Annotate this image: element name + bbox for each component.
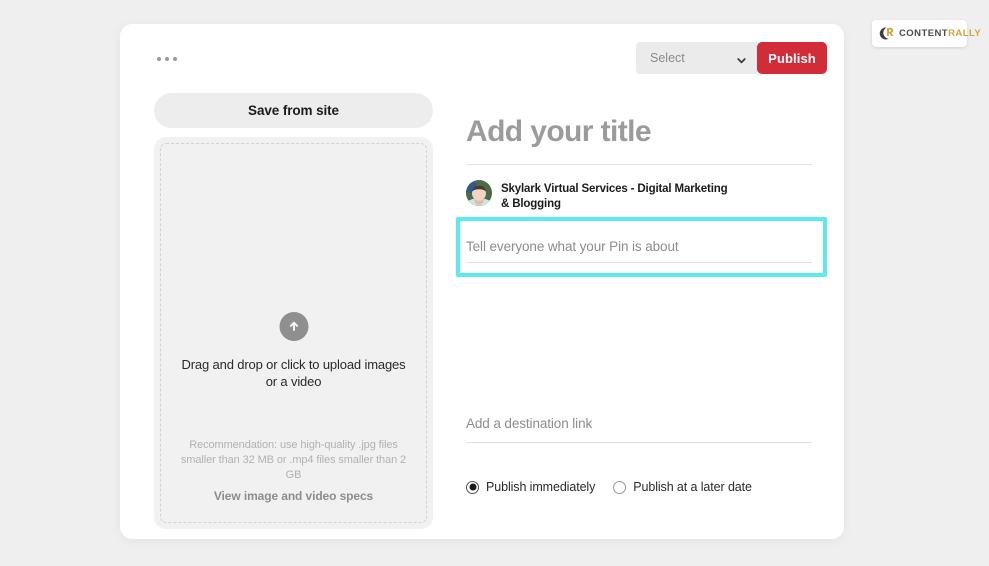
contentrally-logo: CONTENTRALLY — [872, 20, 967, 47]
profile-row: Skylark Virtual Services - Digital Marke… — [466, 180, 766, 211]
media-dropzone-inner[interactable]: Drag and drop or click to upload images … — [160, 143, 427, 523]
dropzone-recommendation: Recommendation: use high-quality .jpg fi… — [161, 438, 426, 483]
pin-composer-card: Select Publish Save from site Drag and d… — [120, 24, 844, 539]
schedule-radio-group: Publish immediately Publish at a later d… — [466, 480, 752, 494]
logo-text-content: CONTENT — [899, 28, 948, 39]
destination-link-placeholder: Add a destination link — [466, 415, 812, 432]
radio-publish-immediately[interactable]: Publish immediately — [466, 480, 595, 494]
cr-monogram-icon — [879, 26, 894, 41]
radio-publish-later[interactable]: Publish at a later date — [613, 480, 752, 494]
ellipsis-icon[interactable] — [155, 53, 179, 65]
save-from-site-button[interactable]: Save from site — [154, 93, 433, 128]
upload-arrow-icon — [279, 312, 308, 341]
dropzone-instruction: Drag and drop or click to upload images … — [161, 356, 426, 390]
radio-label: Publish at a later date — [633, 480, 752, 494]
user-avatar-photo — [466, 180, 492, 206]
radio-unselected-icon — [613, 481, 626, 494]
media-dropzone[interactable]: Drag and drop or click to upload images … — [154, 137, 433, 529]
contentrally-wordmark: CONTENTRALLY — [899, 29, 981, 39]
destination-link-field[interactable]: Add a destination link — [466, 415, 812, 443]
board-select-value: Select — [650, 52, 736, 65]
publish-button[interactable]: Publish — [757, 42, 827, 74]
ellipsis-dot — [165, 57, 169, 61]
board-select[interactable]: Select — [636, 42, 757, 74]
pin-title-placeholder: Add your title — [466, 114, 812, 150]
radio-selected-icon — [466, 481, 479, 494]
pin-title-underline — [466, 164, 812, 165]
pin-title-field[interactable]: Add your title — [466, 114, 812, 165]
ellipsis-dot — [157, 57, 161, 61]
pin-description-underline — [466, 262, 812, 263]
destination-link-underline — [466, 442, 812, 443]
ellipsis-dot — [173, 57, 177, 61]
page-root: CONTENTRALLY Select Publish Save from si… — [0, 0, 989, 566]
view-specs-link[interactable]: View image and video specs — [161, 489, 426, 503]
logo-text-rally: RALLY — [948, 28, 981, 39]
chevron-down-icon — [736, 53, 747, 64]
radio-label: Publish immediately — [486, 480, 595, 494]
pin-description-placeholder: Tell everyone what your Pin is about — [466, 238, 812, 255]
pin-description-field[interactable]: Tell everyone what your Pin is about — [466, 238, 812, 263]
profile-name: Skylark Virtual Services - Digital Marke… — [501, 182, 733, 211]
